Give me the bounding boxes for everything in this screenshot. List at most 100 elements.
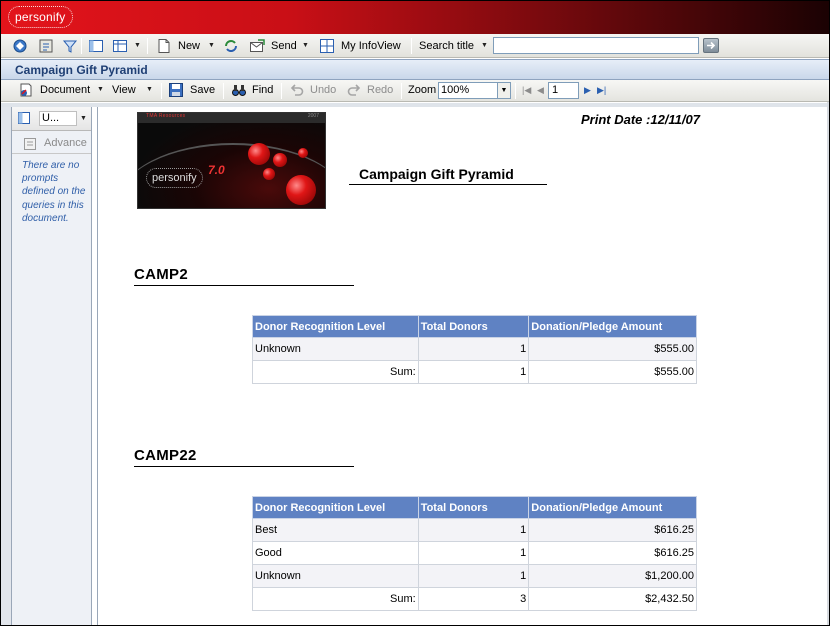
new-dropdown-icon[interactable]: ▼: [208, 37, 215, 55]
document-menu[interactable]: Document: [40, 81, 90, 99]
column-header: Donor Recognition Level: [252, 315, 419, 338]
previous-page-icon[interactable]: ◀: [537, 81, 544, 99]
table-row: Unknown 1 $1,200.00: [252, 564, 697, 588]
table-row: Best 1 $616.25: [252, 518, 697, 542]
new-document-icon: [156, 38, 172, 54]
red-sphere: [298, 148, 308, 158]
undo-icon: [289, 82, 305, 98]
banner-brand-text: TMA Resources: [146, 113, 186, 119]
table-row: Unknown 1 $555.00: [252, 337, 697, 361]
sum-amount: $555.00: [528, 360, 697, 384]
column-header: Donation/Pledge Amount: [528, 496, 697, 519]
layout-dropdown-icon[interactable]: ▼: [134, 37, 141, 55]
save-button[interactable]: Save: [190, 81, 215, 99]
refresh-icon[interactable]: [223, 38, 239, 54]
column-header: Donor Recognition Level: [252, 496, 419, 519]
table-header-row: Donor Recognition Level Total Donors Don…: [252, 496, 697, 519]
sum-row: Sum: 1 $555.00: [252, 360, 697, 384]
zoom-dropdown-button[interactable]: ▼: [498, 82, 511, 99]
panel-view-icon[interactable]: [17, 111, 31, 125]
advanced-row: Advance: [12, 134, 91, 154]
title-underline: [349, 184, 547, 185]
zoom-label: Zoom: [408, 84, 437, 96]
red-sphere: [286, 175, 316, 205]
amount-cell: $616.25: [528, 518, 697, 542]
banner-logo: personify: [146, 168, 203, 188]
red-sphere: [263, 168, 275, 180]
undo-button[interactable]: Undo: [310, 81, 336, 99]
my-infoview-button[interactable]: My InfoView: [341, 37, 401, 55]
table-row: Good 1 $616.25: [252, 541, 697, 565]
section-underline: [134, 466, 354, 467]
new-menu-button[interactable]: New: [178, 37, 200, 55]
home-icon[interactable]: [12, 38, 28, 54]
level-cell: Good: [252, 541, 419, 565]
find-button[interactable]: Find: [252, 81, 273, 99]
layout-panel-icon[interactable]: [88, 38, 104, 54]
toolbar-separator: [515, 83, 516, 99]
page-number-field[interactable]: 1: [548, 82, 579, 99]
panel-selector[interactable]: U...: [39, 111, 77, 126]
toolbar-separator: [281, 83, 282, 99]
last-page-icon[interactable]: ▶|: [597, 81, 606, 99]
search-input[interactable]: [493, 37, 699, 54]
view-dropdown-icon[interactable]: ▼: [146, 81, 153, 99]
next-page-icon[interactable]: ▶: [584, 81, 591, 99]
search-title-label[interactable]: Search title: [419, 37, 474, 55]
section-underline: [134, 285, 354, 286]
search-type-dropdown-icon[interactable]: ▼: [481, 37, 488, 55]
section-title: CAMP2: [134, 266, 189, 283]
sum-donors: 3: [417, 587, 530, 611]
left-panel-gutter: [1, 107, 11, 625]
column-header: Total Donors: [417, 496, 530, 519]
favorites-icon[interactable]: [38, 38, 54, 54]
sum-amount: $2,432.50: [528, 587, 697, 611]
first-page-icon[interactable]: |◀: [522, 81, 531, 99]
banner-version: 7.0: [208, 163, 225, 177]
donors-cell: 1: [417, 337, 530, 361]
banner-year-text: 2007: [307, 113, 319, 119]
sum-donors: 1: [417, 360, 530, 384]
red-sphere: [273, 153, 287, 167]
send-dropdown-icon[interactable]: ▼: [302, 37, 309, 55]
advanced-button[interactable]: Advance: [44, 137, 87, 149]
banner-strip: TMA Resources 2007: [138, 113, 325, 123]
send-menu-button[interactable]: Send: [271, 37, 297, 55]
document-title-bar: Campaign Gift Pyramid: [1, 59, 829, 80]
column-header: Donation/Pledge Amount: [528, 315, 697, 338]
report-title: Campaign Gift Pyramid: [359, 166, 514, 182]
toolbar-separator: [223, 83, 224, 99]
sum-label: Sum:: [252, 587, 419, 611]
amount-cell: $616.25: [528, 541, 697, 565]
zoom-field[interactable]: 100%: [438, 82, 498, 99]
redo-button[interactable]: Redo: [367, 81, 393, 99]
sum-label: Sum:: [252, 360, 419, 384]
panel-selector-dropdown-icon[interactable]: ▼: [80, 110, 87, 128]
layout-options-icon[interactable]: [112, 38, 128, 54]
no-prompts-message: There are no prompts defined on the quer…: [22, 160, 86, 224]
toolbar-separator: [147, 38, 148, 54]
print-date: Print Date :12/11/07: [581, 112, 700, 127]
view-menu[interactable]: View: [112, 81, 136, 99]
document-toolbar: Document ▼ View ▼ Save Find Undo Redo Zo…: [1, 80, 829, 102]
donor-table: Donor Recognition Level Total Donors Don…: [252, 496, 697, 611]
main-toolbar: ▼ New ▼ Send ▼ My InfoView Search title …: [1, 34, 829, 58]
report-canvas: Print Date :12/11/07 TMA Resources 2007 …: [97, 107, 827, 625]
section-title: CAMP22: [134, 447, 197, 464]
save-icon: [168, 82, 184, 98]
donors-cell: 1: [417, 541, 530, 565]
filter-icon[interactable]: [62, 38, 78, 54]
red-sphere: [248, 143, 270, 165]
application-window: personify ▼ New ▼ Send ▼ My InfoView Sea…: [0, 0, 830, 626]
document-dropdown-icon[interactable]: ▼: [97, 81, 104, 99]
toolbar-separator: [401, 83, 402, 99]
document-title: Campaign Gift Pyramid: [15, 63, 148, 77]
search-go-button[interactable]: [703, 38, 719, 53]
donors-cell: 1: [417, 518, 530, 542]
table-header-row: Donor Recognition Level Total Donors Don…: [252, 315, 697, 338]
my-infoview-icon: [319, 38, 335, 54]
personify-logo: personify: [8, 6, 73, 28]
toolbar-separator: [161, 83, 162, 99]
left-panel: U... ▼ Advance There are no prompts defi…: [11, 107, 92, 625]
toolbar-separator: [411, 38, 412, 54]
